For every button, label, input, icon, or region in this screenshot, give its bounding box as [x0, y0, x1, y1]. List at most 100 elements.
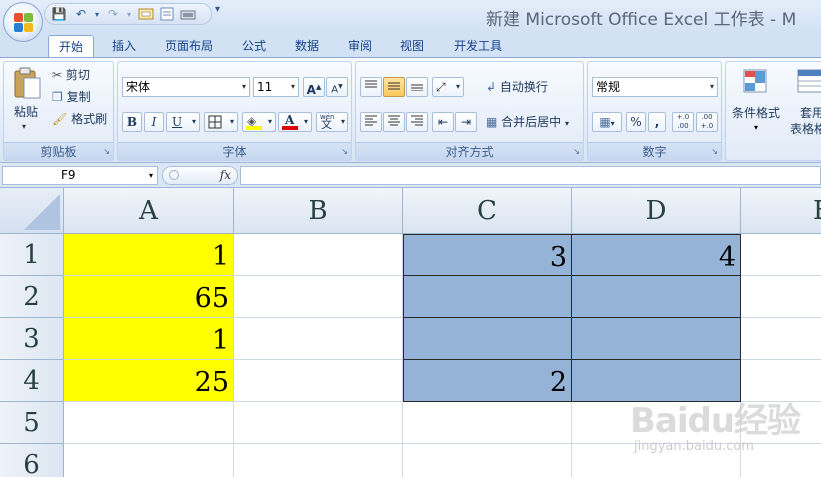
row-header-3[interactable]: 3 — [0, 318, 64, 360]
percent-button[interactable]: % — [626, 112, 646, 132]
insert-function-button[interactable]: fx — [220, 167, 231, 184]
chevron-down-icon[interactable]: ▾ — [89, 7, 105, 22]
align-top-button[interactable] — [360, 77, 382, 97]
tab-view[interactable]: 视图 — [400, 35, 424, 57]
borders-button[interactable]: ▾ — [204, 112, 238, 132]
cell-d1[interactable]: 4 — [572, 234, 741, 276]
cell-e1[interactable] — [741, 234, 821, 276]
cell-b3[interactable] — [234, 318, 403, 360]
tab-home[interactable]: 开始 — [48, 35, 95, 57]
cell-a2[interactable]: 65 — [64, 276, 234, 318]
row-header-6[interactable]: 6 — [0, 444, 64, 477]
cell-c1[interactable]: 3 — [403, 234, 572, 276]
row-header-1[interactable]: 1 — [0, 234, 64, 276]
record-form-icon[interactable] — [159, 7, 175, 22]
select-all-button[interactable] — [0, 188, 64, 234]
undo-icon[interactable]: ↶ — [73, 7, 89, 22]
accounting-format-button[interactable]: ▦▾ — [592, 112, 622, 132]
cell-d5[interactable] — [572, 402, 741, 444]
cell-c3[interactable] — [403, 318, 572, 360]
align-center-button[interactable] — [383, 112, 405, 132]
tab-developer[interactable]: 开发工具 — [454, 35, 502, 57]
form-icon[interactable] — [138, 7, 154, 22]
underline-button[interactable]: U ▾ — [166, 112, 200, 132]
tab-data[interactable]: 数据 — [295, 35, 319, 57]
cell-b1[interactable] — [234, 234, 403, 276]
phonetic-button[interactable]: wén 文 ▾ — [316, 112, 348, 132]
format-as-table-button[interactable]: 套用 表格格 — [790, 66, 821, 138]
cell-b6[interactable] — [234, 444, 403, 477]
fill-color-button[interactable]: ◈ ▾ — [242, 112, 276, 132]
cell-c4[interactable]: 2 — [403, 360, 572, 402]
cell-d6[interactable] — [572, 444, 741, 477]
name-box[interactable]: F9 ▾ — [2, 166, 158, 185]
align-left-button[interactable] — [360, 112, 382, 132]
column-header-c[interactable]: C — [403, 188, 572, 234]
customize-qat-icon[interactable]: ▾ — [215, 4, 220, 15]
column-header-b[interactable]: B — [234, 188, 403, 234]
cell-d4[interactable] — [572, 360, 741, 402]
align-right-button[interactable] — [406, 112, 428, 132]
camera-icon[interactable] — [180, 7, 196, 22]
cell-a4[interactable]: 25 — [64, 360, 234, 402]
cell-a3[interactable]: 1 — [64, 318, 234, 360]
cell-b4[interactable] — [234, 360, 403, 402]
row-header-2[interactable]: 2 — [0, 276, 64, 318]
cell-d3[interactable] — [572, 318, 741, 360]
cell-e6[interactable] — [741, 444, 821, 477]
merge-center-button[interactable]: ▦ 合并后居中 ▾ — [486, 112, 569, 132]
tab-page-layout[interactable]: 页面布局 — [165, 35, 213, 57]
tab-insert[interactable]: 插入 — [112, 35, 136, 57]
cell-d2[interactable] — [572, 276, 741, 318]
cell-a6[interactable] — [64, 444, 234, 477]
comma-button[interactable]: , — [648, 112, 666, 132]
italic-button[interactable]: I — [144, 112, 164, 132]
dialog-launcher-icon[interactable]: ↘ — [341, 147, 348, 156]
dialog-launcher-icon[interactable]: ↘ — [711, 147, 718, 156]
dialog-launcher-icon[interactable]: ↘ — [573, 147, 580, 156]
increase-decimal-button[interactable]: +.0 .00 — [672, 112, 694, 132]
font-color-button[interactable]: A ▾ — [278, 112, 312, 132]
orientation-button[interactable]: ⤢ ▾ — [432, 77, 464, 97]
formula-input[interactable] — [240, 166, 821, 185]
paste-button[interactable]: 粘贴 ▾ — [10, 66, 42, 136]
column-header-d[interactable]: D — [572, 188, 741, 234]
row-header-5[interactable]: 5 — [0, 402, 64, 444]
cell-b2[interactable] — [234, 276, 403, 318]
cell-e2[interactable] — [741, 276, 821, 318]
font-size-select[interactable]: 11 ▾ — [253, 77, 299, 97]
wrap-text-button[interactable]: ↲ 自动换行 — [486, 77, 548, 97]
cell-e4[interactable] — [741, 360, 821, 402]
cut-button[interactable]: ✂ 剪切 — [52, 65, 90, 85]
column-header-a[interactable]: A — [64, 188, 234, 234]
bold-button[interactable]: B — [122, 112, 142, 132]
cell-b5[interactable] — [234, 402, 403, 444]
cell-e3[interactable] — [741, 318, 821, 360]
cell-a1[interactable]: 1 — [64, 234, 234, 276]
decrease-indent-button[interactable]: ⇤ — [432, 112, 454, 132]
cell-c5[interactable] — [403, 402, 572, 444]
number-format-select[interactable]: 常规 ▾ — [592, 77, 718, 97]
expand-handle-icon[interactable] — [169, 170, 179, 180]
grow-font-button[interactable]: A▲ — [303, 77, 325, 97]
column-header-e[interactable]: E — [741, 188, 821, 234]
conditional-format-button[interactable]: 条件格式 ▾ — [730, 66, 786, 138]
align-middle-button[interactable] — [383, 77, 405, 97]
tab-review[interactable]: 审阅 — [348, 35, 372, 57]
shrink-font-button[interactable]: A▼ — [326, 77, 348, 97]
chevron-down-icon[interactable]: ▾ — [121, 7, 137, 22]
office-button[interactable] — [3, 2, 43, 42]
row-header-4[interactable]: 4 — [0, 360, 64, 402]
font-name-select[interactable]: 宋体 ▾ — [122, 77, 250, 97]
align-bottom-button[interactable] — [406, 77, 428, 97]
cell-c2[interactable] — [403, 276, 572, 318]
cell-a5[interactable] — [64, 402, 234, 444]
redo-icon[interactable]: ↷ — [105, 7, 121, 22]
copy-button[interactable]: ❐ 复制 — [52, 87, 91, 107]
tab-formulas[interactable]: 公式 — [242, 35, 266, 57]
save-icon[interactable]: 💾 — [51, 7, 67, 22]
format-painter-button[interactable]: 🖌 格式刷 — [52, 109, 107, 129]
dialog-launcher-icon[interactable]: ↘ — [103, 147, 110, 156]
decrease-decimal-button[interactable]: .00 +.0 — [696, 112, 718, 132]
cell-e5[interactable] — [741, 402, 821, 444]
